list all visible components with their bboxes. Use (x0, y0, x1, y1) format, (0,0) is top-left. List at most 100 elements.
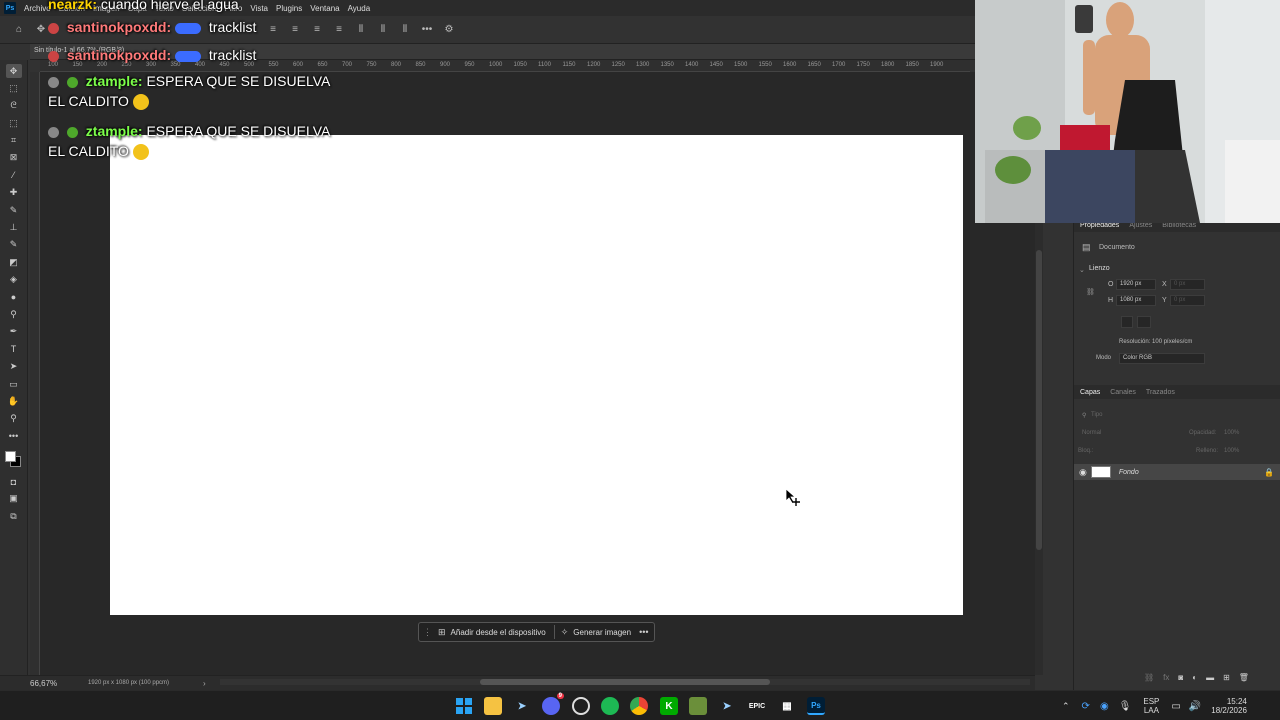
chevron-up-icon[interactable]: ⌃ (1062, 701, 1070, 712)
tab-trazados[interactable]: Trazados (1146, 389, 1175, 396)
ruler-tick-label: 1000 (489, 62, 503, 68)
lasso-tool-icon[interactable]: ᘓ (6, 99, 22, 113)
microphone-icon[interactable]: 🎙 (1119, 701, 1132, 712)
pen-tool-icon[interactable]: ✒ (6, 325, 22, 339)
security-icon[interactable]: ◉ (1100, 701, 1109, 712)
steam-icon[interactable]: ➤ (718, 697, 736, 715)
vertical-ruler[interactable] (30, 72, 40, 675)
link-icon[interactable]: ⛓ (1086, 288, 1095, 296)
steam-icon[interactable]: ➤ (513, 697, 531, 715)
obs-icon[interactable] (572, 697, 590, 715)
blur-tool-icon[interactable]: ● (6, 290, 22, 304)
x-field[interactable]: 0 px (1170, 279, 1205, 290)
align-top-icon[interactable]: ⫴ (354, 23, 368, 37)
marquee-tool-icon[interactable]: ⬚ (6, 81, 22, 95)
color-mode-select[interactable]: Color RGB (1119, 353, 1205, 364)
adjustment-layer-icon[interactable]: ◐ (1192, 673, 1197, 682)
fill-value[interactable]: 100% (1224, 448, 1239, 454)
network-icon[interactable]: ▭ (1171, 701, 1180, 712)
keyboard-language[interactable]: ESP LAA (1143, 697, 1159, 715)
hand-tool-icon[interactable]: ✋ (6, 394, 22, 408)
ruler-tick-label: 1500 (734, 62, 748, 68)
volume-icon[interactable]: 🔊 (1189, 701, 1201, 712)
move-tool-icon[interactable]: ✥ (5, 64, 22, 78)
quick-mask-icon[interactable]: ◘ (6, 475, 22, 489)
chevron-down-icon[interactable]: ⌄ (1079, 266, 1085, 274)
trash-icon[interactable]: 🗑 (1239, 673, 1249, 682)
width-field[interactable]: 1920 px (1116, 279, 1156, 290)
stamp-tool-icon[interactable]: ⊥ (6, 221, 22, 235)
generate-image-button[interactable]: ✧ Generar imagen (561, 627, 631, 638)
path-select-tool-icon[interactable]: ➤ (6, 360, 22, 374)
blend-mode-select[interactable]: Normal (1082, 430, 1101, 436)
foreground-color-swatch[interactable] (4, 450, 16, 462)
vertical-scrollbar-thumb[interactable] (1036, 250, 1042, 550)
photoshop-logo-icon[interactable]: Ps (4, 2, 16, 14)
generative-fill-icon[interactable]: ⧉ (6, 509, 22, 523)
more-options-icon[interactable]: ••• (639, 627, 648, 637)
clock[interactable]: 15:24 18/2/2026 (1211, 697, 1247, 715)
fx-icon[interactable]: fx (1163, 673, 1169, 682)
portrait-orientation-icon[interactable] (1121, 316, 1133, 328)
rectangle-tool-icon[interactable]: ▭ (6, 377, 22, 391)
add-from-device-button[interactable]: ⊞ Añadir desde el dispositivo (438, 627, 546, 638)
app-icon[interactable]: ▦ (778, 697, 796, 715)
new-group-icon[interactable]: ▬ (1206, 673, 1214, 682)
visibility-eye-icon[interactable]: ◉ (1079, 467, 1087, 478)
sync-icon[interactable]: ⟳ (1082, 701, 1090, 712)
screen-mode-icon[interactable]: ▣ (6, 492, 22, 506)
photoshop-taskbar-icon[interactable]: Ps (807, 697, 825, 715)
link-layers-icon[interactable]: ⛓ (1144, 673, 1154, 682)
zoom-tool-icon[interactable]: ⚲ (6, 412, 22, 426)
add-from-device-label: Añadir desde el dispositivo (450, 627, 546, 637)
zoom-level[interactable]: 66,67% (30, 679, 80, 688)
dodge-tool-icon[interactable]: ⚲ (6, 307, 22, 321)
gear-icon[interactable]: ⚙ (442, 23, 456, 37)
epic-games-icon[interactable]: EPIC (748, 697, 766, 715)
eyedropper-tool-icon[interactable]: ⁄ (6, 168, 22, 182)
layer-row[interactable]: ◉ Fondo 🔒 (1074, 464, 1280, 480)
align-bottom-icon[interactable]: ⫴ (398, 23, 412, 37)
add-mask-icon[interactable]: ◙ (1178, 673, 1183, 682)
align-middle-icon[interactable]: ⫴ (376, 23, 390, 37)
more-options-icon[interactable]: ••• (420, 23, 434, 37)
color-swatches[interactable] (4, 450, 23, 467)
landscape-orientation-icon[interactable] (1137, 316, 1151, 328)
gradient-tool-icon[interactable]: ◈ (6, 273, 22, 287)
brush-tool-icon[interactable]: ✎ (6, 203, 22, 217)
lock-icon[interactable]: 🔒 (1264, 468, 1274, 477)
healing-brush-tool-icon[interactable]: ✚ (6, 186, 22, 200)
home-icon[interactable]: ⌂ (12, 23, 26, 37)
opacity-value[interactable]: 100% (1224, 430, 1239, 436)
drag-handle-icon[interactable]: ⋮ (423, 627, 432, 638)
windows-start-icon[interactable] (455, 697, 473, 715)
horizontal-scrollbar[interactable] (220, 679, 1030, 685)
object-select-tool-icon[interactable]: ⬚ (6, 116, 22, 130)
spotify-icon[interactable] (601, 697, 619, 715)
search-icon: ⚲ (1082, 413, 1087, 419)
layer-filter-input[interactable]: Tipo (1091, 412, 1102, 418)
frame-tool-icon[interactable]: ⊠ (6, 151, 22, 165)
file-explorer-icon[interactable] (484, 697, 502, 715)
menu-ayuda[interactable]: Ayuda (348, 4, 371, 13)
minecraft-icon[interactable] (689, 697, 707, 715)
chrome-icon[interactable] (630, 697, 648, 715)
history-brush-tool-icon[interactable]: ✎ (6, 238, 22, 252)
horizontal-scrollbar-thumb[interactable] (480, 679, 770, 685)
discord-icon[interactable]: 9 (542, 693, 564, 715)
layer-name[interactable]: Fondo (1119, 469, 1139, 476)
emote-icon (175, 50, 202, 62)
crop-tool-icon[interactable]: ⌗ (6, 134, 22, 148)
y-field[interactable]: 0 px (1170, 295, 1205, 306)
tab-canales[interactable]: Canales (1110, 389, 1136, 396)
type-tool-icon[interactable]: T (6, 342, 22, 356)
new-layer-icon[interactable]: ⊞ (1223, 673, 1230, 682)
kick-icon[interactable]: K (660, 697, 678, 715)
document-canvas[interactable] (110, 135, 963, 615)
chat-message: ztample: ESPERA QUE SE DISUELVA EL CALDI… (48, 71, 348, 111)
height-field[interactable]: 1080 px (1116, 295, 1156, 306)
eraser-tool-icon[interactable]: ◩ (6, 255, 22, 269)
more-tools-icon[interactable]: ••• (6, 429, 22, 443)
tab-capas[interactable]: Capas (1080, 389, 1100, 396)
ruler-tick-label: 1100 (538, 62, 551, 68)
